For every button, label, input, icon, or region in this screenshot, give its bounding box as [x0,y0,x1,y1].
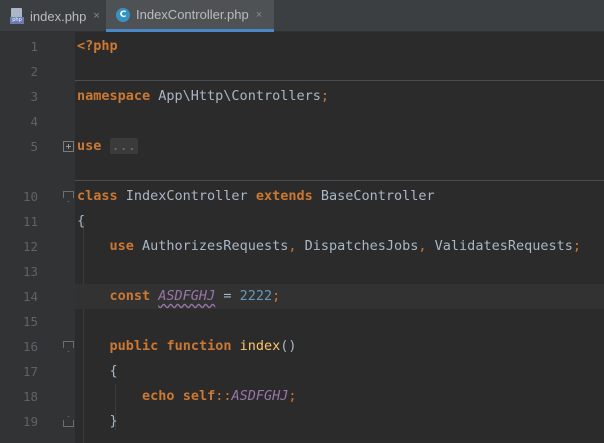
line-number: 17 [22,364,38,379]
line-number: 13 [22,264,38,279]
close-icon[interactable]: × [93,10,99,22]
line-number: 5 [30,139,38,154]
code-line-3[interactable]: namespace App\Http\Controllers; [75,84,604,109]
php-file-icon: php [10,8,24,24]
tab-label: index.php [30,8,87,24]
tab-label: IndexController.php [136,7,249,22]
line-number: 3 [30,89,38,104]
folded-region[interactable]: ... [109,138,138,154]
line-number: 14 [22,289,38,304]
line-number: 11 [22,214,38,229]
code-line-12[interactable]: use AuthorizesRequests, DispatchesJobs, … [75,234,604,259]
code-line-19[interactable]: } [75,409,604,434]
line-number: 10 [22,189,38,204]
line-number: 2 [30,64,38,79]
code-line-1[interactable]: <?php [75,34,604,59]
tab-index-php[interactable]: php index.php × [0,0,106,32]
line-number: 18 [22,389,38,404]
method-separator [75,180,604,181]
php-class-icon: C [116,7,130,22]
code-line-5[interactable]: use ... [75,134,604,159]
line-number: 19 [22,414,38,429]
line-number: 4 [30,114,38,129]
line-number: 1 [30,39,38,54]
code-line-14[interactable]: const ASDFGHJ = 2222; [75,284,604,309]
line-number: 15 [22,314,38,329]
line-number: 16 [22,339,38,354]
tab-indexcontroller-php[interactable]: C IndexController.php × [106,0,274,32]
code-line-16[interactable]: public function index() [75,334,604,359]
code-line-18[interactable]: echo self::ASDFGHJ; [75,384,604,409]
method-separator [75,80,604,81]
code-line-10[interactable]: class IndexController extends BaseContro… [75,184,604,209]
editor-tab-bar: php index.php × C IndexController.php × [0,0,604,32]
code-line-17[interactable]: { [75,359,604,384]
expand-fold-icon[interactable] [63,141,74,152]
line-number: 12 [22,239,38,254]
code-editor[interactable]: <?php namespace App\Http\Controllers; us… [75,32,604,443]
close-icon[interactable]: × [256,9,262,21]
line-number-gutter[interactable]: 1 2 3 4 5 10 11 12 13 14 15 16 17 18 19 [0,32,75,443]
code-line-11[interactable]: { [75,209,604,234]
